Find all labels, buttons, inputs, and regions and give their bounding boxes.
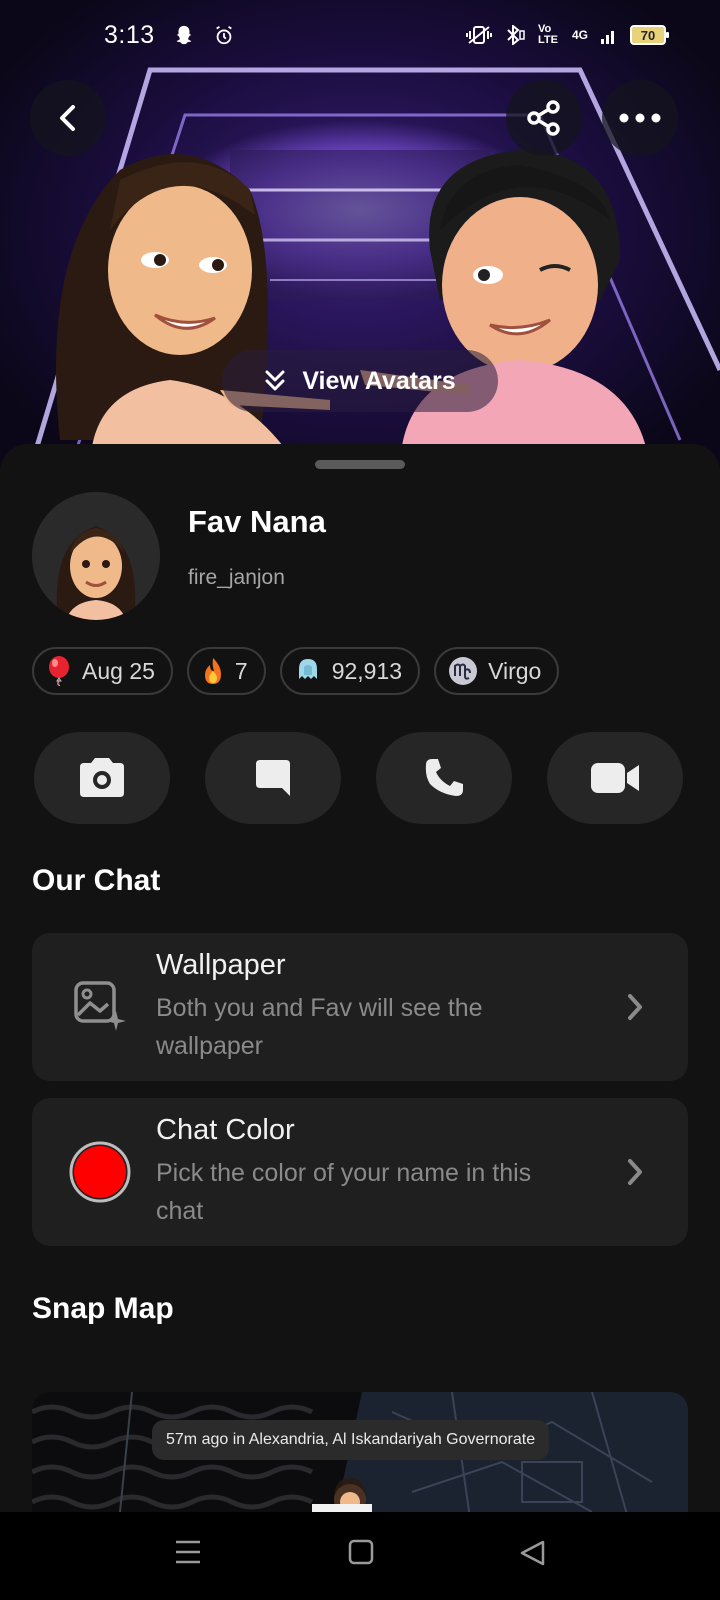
view-avatars-label: View Avatars bbox=[302, 366, 456, 395]
more-options-button[interactable] bbox=[602, 80, 678, 156]
location-tooltip: 57m ago in Alexandria, Al Iskandariyah G… bbox=[152, 1420, 550, 1460]
chevron-right-icon bbox=[628, 994, 642, 1020]
zodiac-pill[interactable]: Virgo bbox=[434, 647, 560, 695]
wallpaper-sparkle-icon bbox=[74, 981, 126, 1031]
fire-icon bbox=[204, 658, 221, 684]
color-swatch-icon bbox=[69, 1141, 131, 1203]
home-icon bbox=[348, 1539, 374, 1565]
video-icon bbox=[591, 763, 639, 793]
streak-label: 7 bbox=[234, 657, 248, 684]
view-avatars-button[interactable]: View Avatars bbox=[222, 350, 498, 412]
chevron-left-icon bbox=[60, 105, 75, 131]
more-dots-icon bbox=[619, 113, 661, 123]
chat-color-setting[interactable]: Chat Color Pick the color of your name i… bbox=[32, 1098, 688, 1246]
our-chat-heading: Our Chat bbox=[32, 864, 161, 897]
chat-color-title: Chat Color bbox=[156, 1114, 295, 1146]
camera-button[interactable] bbox=[34, 732, 170, 824]
double-chevron-down-icon bbox=[265, 370, 285, 391]
video-call-button[interactable] bbox=[547, 732, 683, 824]
profile-info-pills: Aug 25 7 92,913 Virgo bbox=[32, 647, 560, 695]
bitmoji-avatar-image bbox=[32, 492, 160, 620]
volte-label: Vo LTE bbox=[537, 23, 558, 46]
profile-avatar[interactable] bbox=[32, 492, 160, 620]
phone-icon bbox=[425, 759, 463, 796]
avatar-hero-banner: 3:13 Vo LTE 4G 70 View Avatars bbox=[0, 0, 720, 470]
system-navigation-bar bbox=[0, 1512, 720, 1600]
location-text: 57m ago in Alexandria, Al Iskandariyah G… bbox=[166, 1431, 536, 1448]
share-icon bbox=[527, 100, 560, 136]
chat-button[interactable] bbox=[205, 732, 341, 824]
status-bar: 3:13 Vo LTE 4G 70 bbox=[0, 0, 720, 70]
back-button[interactable] bbox=[30, 80, 106, 156]
balloon-icon bbox=[49, 656, 69, 686]
birthday-pill[interactable]: Aug 25 bbox=[32, 647, 173, 695]
signal-4g-icon bbox=[601, 31, 614, 44]
zodiac-label: Virgo bbox=[488, 657, 542, 684]
chat-icon bbox=[256, 760, 290, 796]
profile-sheet: Fav Nana fire_janjon Aug 25 7 92,913 Vir… bbox=[0, 444, 720, 1512]
alarm-icon bbox=[215, 25, 232, 45]
snap-score-label: 92,913 bbox=[331, 657, 403, 684]
streak-pill[interactable]: 7 bbox=[186, 647, 266, 695]
profile-display-name: Fav Nana bbox=[188, 504, 326, 539]
profile-username: fire_janjon bbox=[188, 566, 285, 589]
recent-apps-icon bbox=[176, 1540, 200, 1564]
chevron-right-icon bbox=[628, 1159, 642, 1185]
vibrate-icon bbox=[465, 26, 492, 44]
network-label: 4G bbox=[571, 28, 588, 42]
share-button[interactable] bbox=[506, 80, 582, 156]
system-nav-icons bbox=[176, 1539, 545, 1566]
snap-map-heading: Snap Map bbox=[32, 1292, 174, 1325]
ghost-score-icon bbox=[298, 659, 317, 679]
back-nav-icon bbox=[520, 1540, 545, 1566]
sheet-grabber[interactable] bbox=[315, 460, 405, 469]
birthday-label: Aug 25 bbox=[82, 657, 155, 684]
battery-indicator: 70 bbox=[630, 25, 669, 45]
bluetooth-icon bbox=[507, 25, 525, 45]
snapchat-ghost-icon bbox=[176, 25, 192, 45]
wallpaper-description: Both you and Fav will see the wallpaper bbox=[156, 994, 483, 1060]
camera-icon bbox=[80, 758, 124, 797]
status-time: 3:13 bbox=[104, 20, 155, 49]
virgo-icon bbox=[449, 657, 478, 685]
battery-level: 70 bbox=[640, 27, 656, 43]
chat-color-description: Pick the color of your name in this chat bbox=[156, 1159, 532, 1225]
wallpaper-title: Wallpaper bbox=[156, 949, 286, 981]
snap-score-pill[interactable]: 92,913 bbox=[279, 647, 421, 695]
quick-actions bbox=[34, 732, 683, 824]
call-button[interactable] bbox=[376, 732, 512, 824]
snap-map-preview[interactable]: 57m ago in Alexandria, Al Iskandariyah G… bbox=[32, 1392, 688, 1512]
wallpaper-setting[interactable]: Wallpaper Both you and Fav will see the … bbox=[32, 933, 688, 1081]
